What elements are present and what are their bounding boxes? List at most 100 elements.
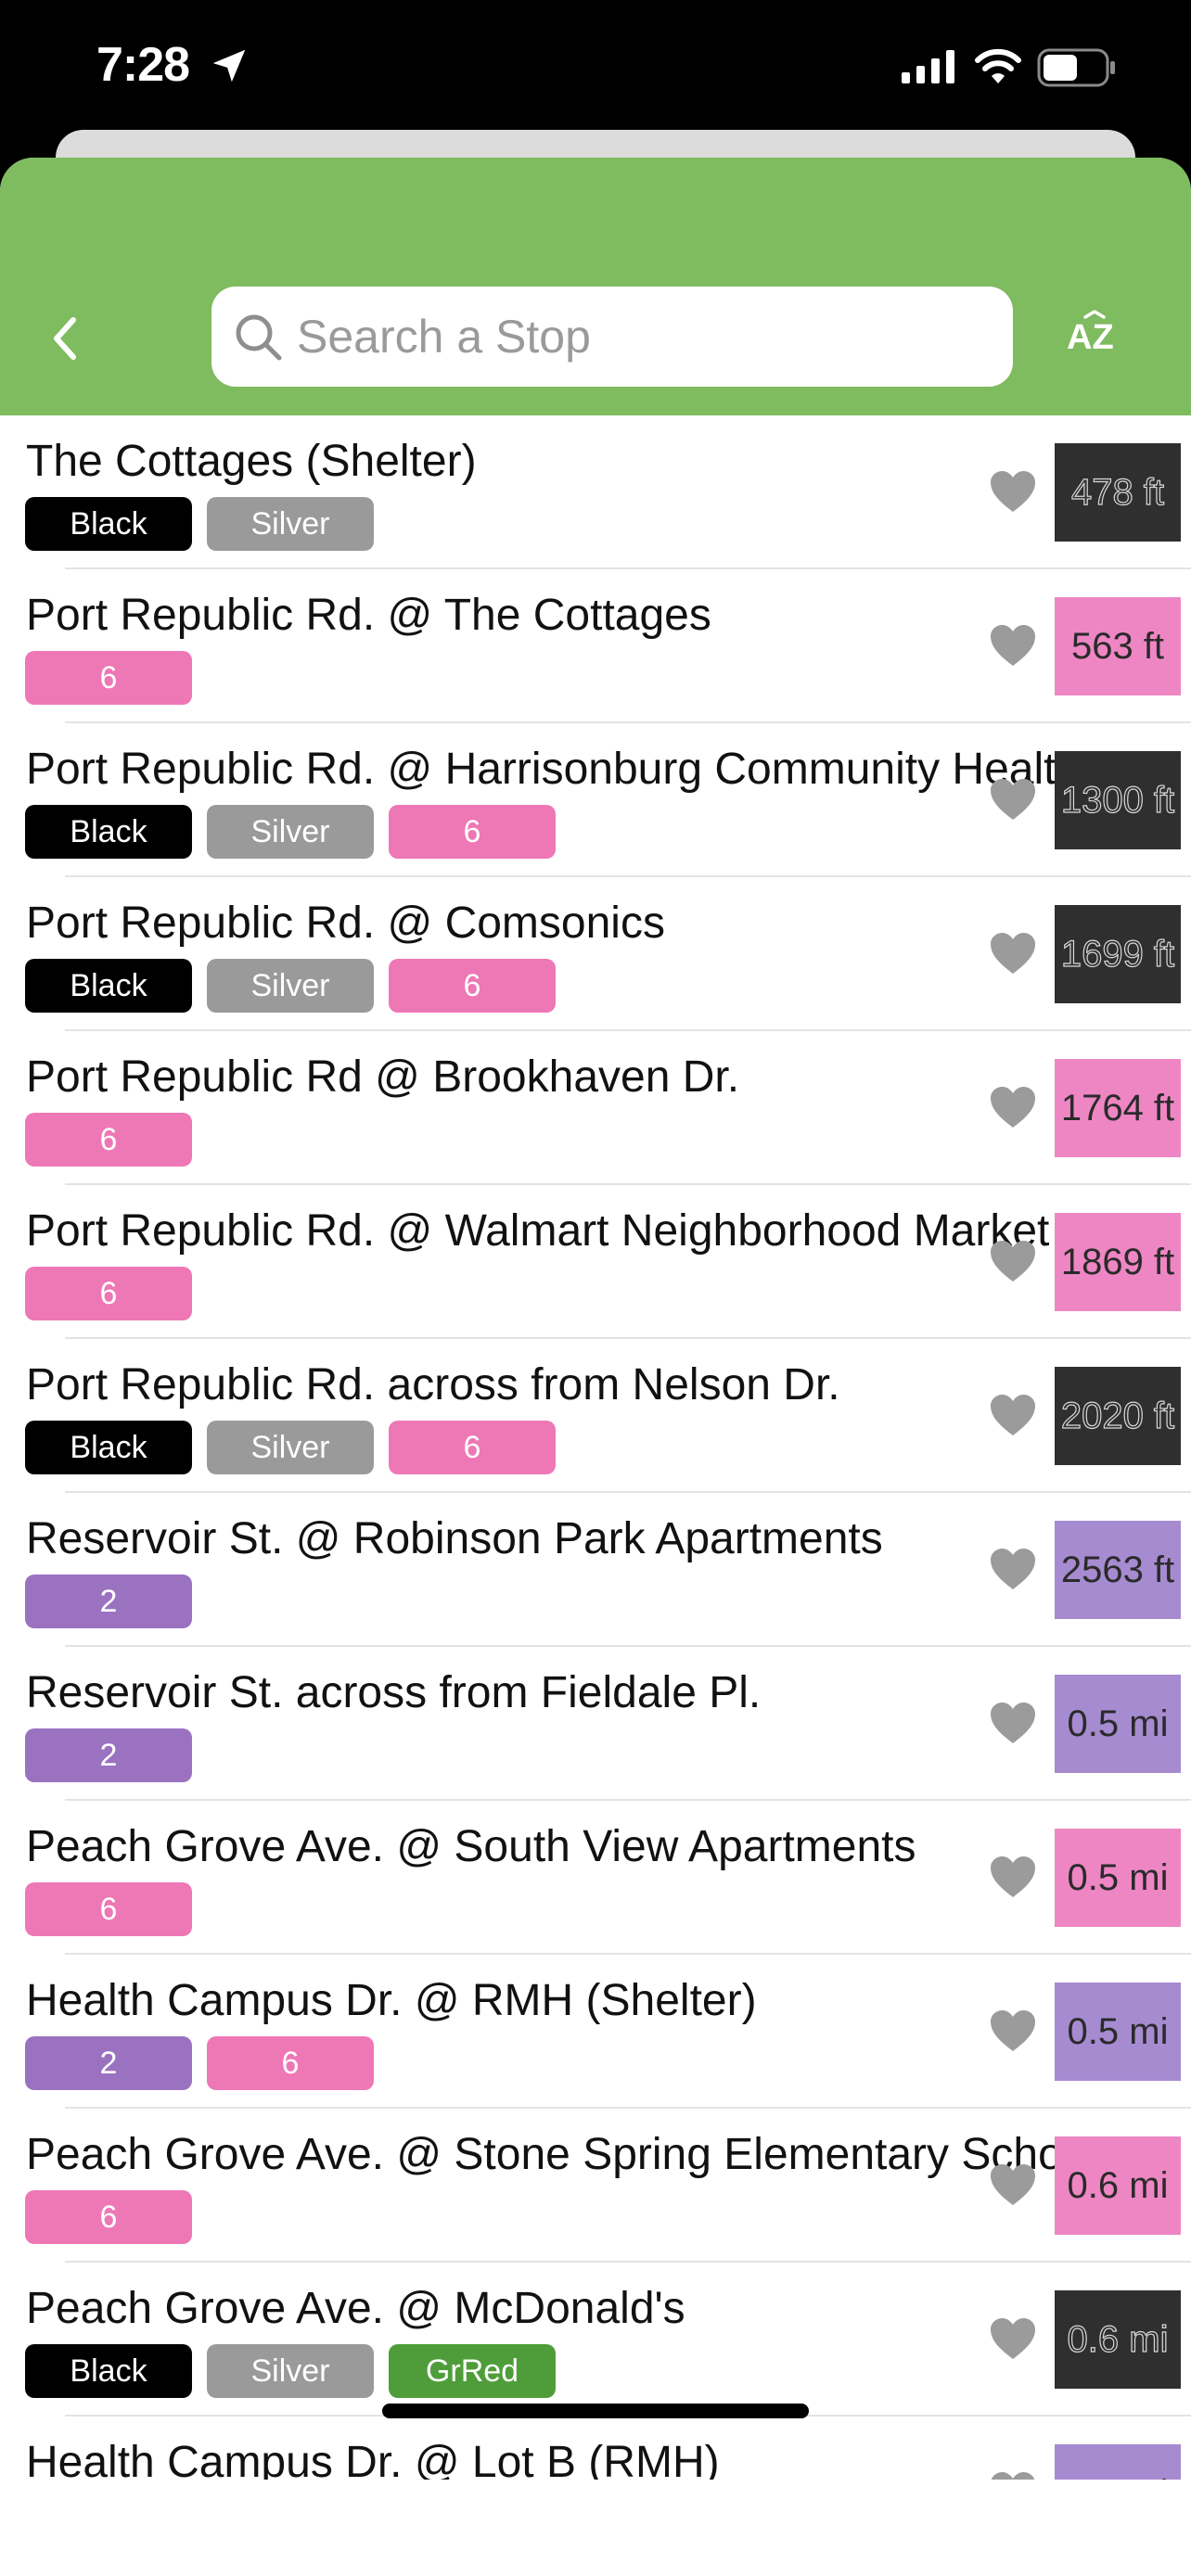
distance-badge: 478 ft [1055, 443, 1181, 542]
favorite-heart-icon[interactable] [989, 1547, 1037, 1591]
stop-row[interactable]: The Cottages (Shelter) Black Silver 478 ft [0, 415, 1191, 569]
favorite-heart-icon[interactable] [989, 1855, 1037, 1899]
route-chip: 2 [25, 1575, 192, 1628]
stop-row[interactable]: Port Republic Rd. @ Comsonics Black Silver… [0, 877, 1191, 1031]
distance-badge: 0.5 mi [1055, 1675, 1181, 1773]
distance-badge: 1699 ft [1055, 905, 1181, 1003]
favorite-heart-icon[interactable] [989, 469, 1037, 514]
stop-row[interactable]: Port Republic Rd. @ Harrisonburg Communi… [0, 723, 1191, 877]
distance-badge: 1300 ft [1055, 751, 1181, 849]
favorite-heart-icon[interactable] [989, 777, 1037, 822]
favorite-heart-icon[interactable] [989, 2162, 1037, 2207]
distance-badge: 0.5 mi [1055, 1983, 1181, 2081]
route-chip: 6 [25, 1882, 192, 1936]
favorite-heart-icon[interactable] [989, 2470, 1037, 2480]
distance-badge: 1764 ft [1055, 1059, 1181, 1157]
stop-name: Port Republic Rd. across from Nelson Dr. [26, 1360, 840, 1409]
stop-row[interactable]: Port Republic Rd. across from Nelson Dr.… [0, 1339, 1191, 1493]
search-bar[interactable] [211, 287, 1013, 387]
route-chip: Black [25, 959, 192, 1013]
sort-label: AZ [1067, 318, 1114, 357]
stop-name: Port Republic Rd @ Brookhaven Dr. [26, 1052, 740, 1102]
route-chips: Black Silver [25, 497, 374, 551]
favorite-heart-icon[interactable] [989, 2009, 1037, 2053]
stop-search-sheet: AZ The Cottages (Shelter) Black Silver 478 … [0, 158, 1191, 2576]
search-input[interactable] [297, 301, 992, 372]
distance-badge: 1869 ft [1055, 1213, 1181, 1311]
stop-row[interactable]: Health Campus Dr. @ Lot B (RMH) 0.6 mi [0, 2417, 1191, 2480]
favorite-heart-icon[interactable] [989, 931, 1037, 976]
distance-badge: 563 ft [1055, 597, 1181, 695]
stop-name: Peach Grove Ave. @ McDonald's [26, 2284, 685, 2333]
favorite-heart-icon[interactable] [989, 1085, 1037, 1129]
stop-row[interactable]: Reservoir St. across from Fieldale Pl. 2 0… [0, 1647, 1191, 1801]
stop-name: Peach Grove Ave. @ South View Apartments [26, 1822, 916, 1871]
battery-icon [1037, 48, 1115, 87]
sort-az-icon[interactable]: AZ [1065, 310, 1124, 365]
distance-badge: 0.6 mi [1055, 2444, 1181, 2480]
home-indicator[interactable] [382, 2404, 809, 2418]
stop-row[interactable]: Health Campus Dr. @ RMH (Shelter) 2 6 0.5 m… [0, 1955, 1191, 2109]
stop-name: Reservoir St. across from Fieldale Pl. [26, 1668, 762, 1717]
route-chips: Black Silver 6 [25, 805, 556, 859]
stop-name: Health Campus Dr. @ RMH (Shelter) [26, 1976, 757, 2025]
route-chip: Silver [207, 2344, 374, 2398]
route-chip: Silver [207, 805, 374, 859]
chevron-left-icon [54, 317, 76, 360]
status-bar: 7:28 [0, 0, 1191, 132]
favorite-heart-icon[interactable] [989, 1239, 1037, 1283]
stop-list[interactable]: The Cottages (Shelter) Black Silver 478 ft P… [0, 415, 1191, 2480]
route-chips: 6 [25, 651, 192, 705]
route-chip: GrRed [389, 2344, 556, 2398]
back-button[interactable] [37, 306, 93, 371]
stop-row[interactable]: Port Republic Rd. @ Walmart Neighborhood… [0, 1185, 1191, 1339]
route-chip: Black [25, 2344, 192, 2398]
route-chip: 2 [25, 1728, 192, 1782]
favorite-heart-icon[interactable] [989, 1393, 1037, 1437]
status-time: 7:28 [96, 38, 190, 92]
route-chips: 6 [25, 2190, 192, 2244]
stop-row[interactable]: Peach Grove Ave. @ McDonald's Black Silver… [0, 2263, 1191, 2417]
stop-row[interactable]: Peach Grove Ave. @ South View Apartments… [0, 1801, 1191, 1955]
route-chip: 6 [389, 959, 556, 1013]
route-chip: Black [25, 497, 192, 551]
favorite-heart-icon[interactable] [989, 2316, 1037, 2361]
distance-badge: 0.5 mi [1055, 1829, 1181, 1927]
route-chip: 6 [25, 1113, 192, 1167]
stop-name: Peach Grove Ave. @ Stone Spring Elementa… [26, 2130, 1098, 2179]
stop-name: Port Republic Rd. @ Walmart Neighborhood… [26, 1206, 1050, 1256]
stop-row[interactable]: Reservoir St. @ Robinson Park Apartments… [0, 1493, 1191, 1647]
stop-row[interactable]: Peach Grove Ave. @ Stone Spring Elementa… [0, 2109, 1191, 2263]
route-chip: 6 [207, 2036, 374, 2090]
stop-name: Port Republic Rd. @ Harrisonburg Communi… [26, 745, 1126, 794]
stop-name: Port Republic Rd. @ The Cottages [26, 591, 711, 640]
stop-name: Reservoir St. @ Robinson Park Apartments [26, 1514, 883, 1563]
stop-row[interactable]: Port Republic Rd @ Brookhaven Dr. 6 1764 f… [0, 1031, 1191, 1185]
distance-badge: 2563 ft [1055, 1521, 1181, 1619]
route-chips: 26 [25, 2036, 374, 2090]
route-chips: 2 [25, 1728, 192, 1782]
route-chip: 6 [25, 1267, 192, 1320]
favorite-heart-icon[interactable] [989, 1701, 1037, 1745]
route-chip: 6 [389, 1421, 556, 1474]
route-chip: 6 [389, 805, 556, 859]
route-chip: 2 [25, 2036, 192, 2090]
stop-name: The Cottages (Shelter) [26, 437, 477, 486]
distance-badge: 0.6 mi [1055, 2290, 1181, 2389]
route-chip: Black [25, 1421, 192, 1474]
route-chips: Black Silver GrRed [25, 2344, 556, 2398]
route-chip: Silver [207, 497, 374, 551]
stop-row[interactable]: Port Republic Rd. @ The Cottages 6 563 ft [0, 569, 1191, 723]
route-chips: Black Silver 6 [25, 1421, 556, 1474]
route-chip: 6 [25, 651, 192, 705]
favorite-heart-icon[interactable] [989, 623, 1037, 668]
route-chips: 6 [25, 1113, 192, 1167]
distance-badge: 0.6 mi [1055, 2136, 1181, 2235]
route-chip: Black [25, 805, 192, 859]
search-icon [236, 314, 282, 361]
route-chips: 6 [25, 1882, 192, 1936]
stop-name: Health Campus Dr. @ Lot B (RMH) [26, 2438, 720, 2480]
header-bar: AZ [0, 158, 1191, 415]
route-chip: 6 [25, 2190, 192, 2244]
route-chip: Silver [207, 959, 374, 1013]
